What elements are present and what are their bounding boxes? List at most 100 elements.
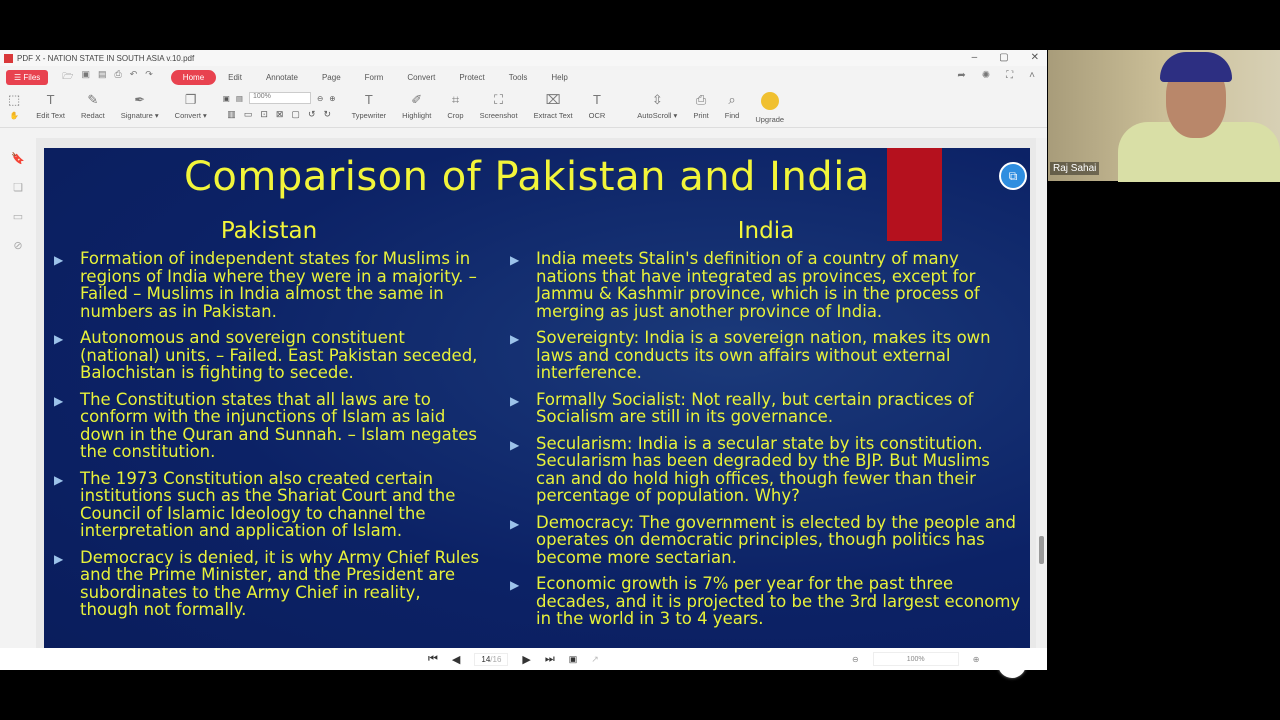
autoscroll-icon: ⇳ [651, 92, 663, 107]
fullscreen-icon[interactable]: ⛶ [1006, 70, 1013, 81]
pakistan-column: Pakistan ▶ Formation of independent state… [54, 218, 484, 628]
fit-width-icon[interactable]: ⊡ [260, 109, 268, 120]
cursor-icon: ⬚ [8, 92, 21, 107]
highlight-button[interactable]: ✐ Highlight [394, 92, 439, 120]
menu-help[interactable]: Help [539, 70, 579, 85]
redact-button[interactable]: ✎ Redact [73, 92, 113, 120]
participant-name: Raj Sahai [1050, 162, 1100, 175]
save-page-icon[interactable]: ▣ [569, 654, 578, 665]
slide-page: Comparison of Pakistan and India ⧉ Pakis… [44, 148, 1030, 648]
single-page-icon[interactable]: ▣ [223, 94, 230, 103]
extract-text-button[interactable]: ⌧ Extract Text [526, 92, 581, 120]
view-controls: ▣ ▤ 100% ⊖ ⊕ ▥ ▭ ⊡ ⊠ ▢ ↺ ↻ [215, 92, 344, 120]
maximize-button[interactable]: ▢ [999, 52, 1008, 63]
edit-text-button[interactable]: T Edit Text [28, 92, 73, 120]
hand-icon[interactable]: ✋ [9, 111, 18, 120]
fit-page-icon[interactable]: ⊠ [276, 109, 284, 120]
copy-page-icon[interactable]: ⧉ [999, 162, 1027, 190]
prev-page-icon[interactable]: ◀ [452, 653, 460, 666]
attachments-icon[interactable]: ⊘ [13, 239, 22, 252]
find-button[interactable]: ⌕ Find [717, 92, 748, 120]
zoom-in-icon[interactable]: ⊕ [329, 94, 335, 103]
files-button[interactable]: ☰ Files [6, 69, 49, 85]
bullet-item: ▶ India meets Stalin's definition of a co… [510, 250, 1022, 320]
zoom-select[interactable]: 100% [248, 92, 311, 104]
menu-home[interactable]: Home [170, 69, 217, 85]
bullet-text: The 1973 Constitution also created certa… [80, 468, 456, 540]
bullet-text: India meets Stalin's definition of a cou… [536, 249, 980, 321]
minimize-button[interactable]: – [972, 52, 978, 63]
zoom-level[interactable]: 100% [872, 652, 959, 666]
bullet-text: Democracy: The government is elected by … [536, 512, 1016, 567]
redo-icon[interactable]: ↷ [145, 69, 153, 85]
title-bar: PDF X - NATION STATE IN SOUTH ASIA v.10.… [0, 50, 1047, 66]
crop-button[interactable]: ⌗ Crop [439, 92, 471, 120]
convert-button[interactable]: ❐ Convert ▾ [167, 92, 215, 120]
upgrade-icon [760, 92, 779, 110]
print-button[interactable]: ⎙ Print [685, 92, 716, 120]
save-as-icon[interactable]: ▤ [98, 69, 107, 85]
ocr-button[interactable]: T OCR [581, 92, 614, 120]
ribbon-toolbar: ⬚ ✋ T Edit Text ✎ Redact ✒ Signature ▾ ❐ Conv… [0, 88, 1047, 128]
bullet-text: Democracy is denied, it is why Army Chie… [80, 547, 480, 619]
next-page-icon[interactable]: ▶ [522, 653, 530, 666]
print-quick-icon[interactable]: ⎙ [115, 69, 122, 85]
pdf-app-window: PDF X - NATION STATE IN SOUTH ASIA v.10.… [0, 50, 1047, 678]
bookmark-icon[interactable]: 🔖 [11, 152, 25, 165]
status-zoom-out-icon[interactable]: ⊖ [852, 655, 859, 664]
two-page-icon[interactable]: ▥ [227, 109, 236, 120]
bullet-text: Economic growth is 7% per year for the p… [536, 574, 1021, 628]
bullet-icon: ▶ [54, 472, 64, 487]
collapse-ribbon-icon[interactable]: ˄ [1029, 70, 1035, 81]
rotate-right-icon[interactable]: ↻ [323, 109, 331, 120]
signature-button[interactable]: ✒ Signature ▾ [113, 92, 167, 120]
menu-page[interactable]: Page [310, 70, 353, 85]
bug-icon[interactable]: ✺ [982, 70, 990, 81]
window-title: PDF X - NATION STATE IN SOUTH ASIA v.10.… [17, 53, 195, 63]
typewriter-icon: T [364, 92, 373, 107]
bullet-item: ▶ The 1973 Constitution also created cert… [54, 468, 484, 540]
menu-edit[interactable]: Edit [216, 70, 254, 85]
export-icon[interactable]: ↗ [591, 654, 599, 665]
comments-icon[interactable]: ▭ [13, 210, 23, 223]
menu-convert[interactable]: Convert [395, 70, 447, 85]
rotate-left-icon[interactable]: ↺ [308, 109, 316, 120]
screenshot-button[interactable]: ⛶ Screenshot [472, 92, 526, 120]
bullet-icon: ▶ [510, 578, 520, 592]
crop-icon: ⌗ [451, 92, 460, 107]
first-page-icon[interactable]: ⏮ [428, 653, 438, 666]
undo-icon[interactable]: ↶ [130, 69, 138, 85]
cover-icon[interactable]: ▭ [244, 109, 253, 120]
menu-tools[interactable]: Tools [497, 70, 540, 85]
menu-protect[interactable]: Protect [447, 70, 496, 85]
typewriter-button[interactable]: T Typewriter [344, 92, 395, 120]
open-icon[interactable]: 🗁 [62, 69, 73, 85]
print-icon: ⎙ [695, 92, 707, 107]
upgrade-button[interactable]: Upgrade [747, 92, 792, 124]
bullet-item: ▶ Formally Socialist: Not really, but cer… [510, 390, 1022, 426]
select-tool[interactable]: ⬚ ✋ [0, 92, 28, 120]
page-indicator[interactable]: 14/16 [474, 652, 509, 666]
menu-form[interactable]: Form [353, 70, 396, 85]
autoscroll-button[interactable]: ⇳ AutoScroll ▾ [629, 92, 685, 120]
scrollbar-thumb[interactable] [1039, 536, 1044, 564]
save-icon[interactable]: ▣ [81, 69, 90, 85]
zoom-out-icon[interactable]: ⊖ [317, 94, 323, 103]
app-logo-icon [4, 53, 13, 63]
thumbnails-icon[interactable]: ❏ [13, 181, 23, 194]
menu-bar: ☰ Files 🗁 ▣ ▤ ⎙ ↶ ↷ Home Edit Annotate Page F… [0, 66, 1047, 88]
continuous-icon[interactable]: ▤ [236, 94, 243, 103]
actual-size-icon[interactable]: ▢ [291, 109, 300, 120]
redact-icon: ✎ [87, 92, 99, 107]
bullet-item: ▶ Democracy: The government is elected by… [510, 512, 1022, 567]
last-page-icon[interactable]: ⏭ [545, 653, 555, 666]
close-button[interactable]: ✕ [1031, 52, 1039, 63]
share-icon[interactable]: ➦ [957, 70, 965, 81]
bullet-item: ▶ Autonomous and sovereign constituent (n… [54, 329, 484, 382]
status-zoom-in-icon[interactable]: ⊕ [973, 655, 980, 664]
vertical-scrollbar[interactable] [1036, 138, 1047, 648]
presenter-cap [1160, 52, 1232, 82]
bullet-item: ▶ Sovereignty: India is a sovereign natio… [510, 329, 1022, 382]
highlight-icon: ✐ [411, 92, 423, 107]
menu-annotate[interactable]: Annotate [254, 70, 310, 85]
